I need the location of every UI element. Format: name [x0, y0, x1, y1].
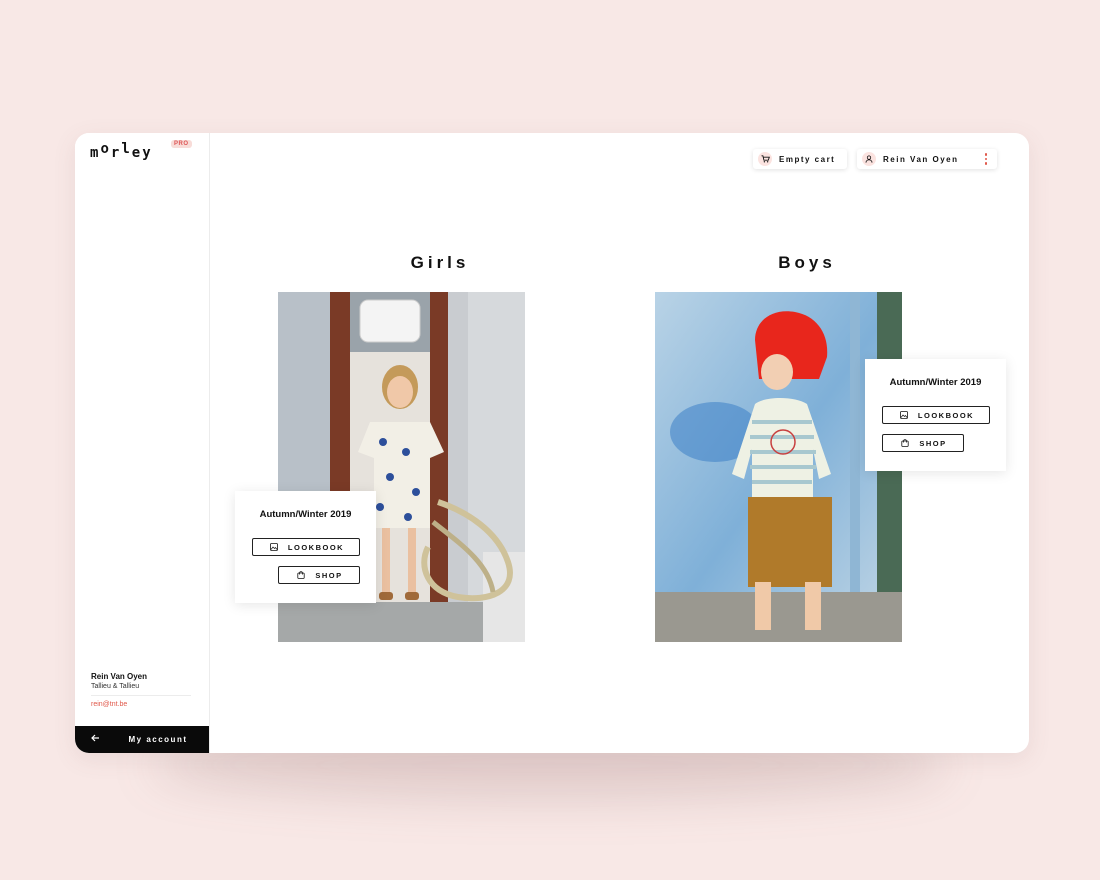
- user-menu[interactable]: Rein Van Oyen: [857, 149, 997, 169]
- shopping-bag-icon: [295, 571, 307, 579]
- girls-season-title: Autumn/Winter 2019: [259, 509, 352, 520]
- morley-logo[interactable]: morley: [90, 141, 153, 161]
- boys-season-title: Autumn/Winter 2019: [889, 377, 982, 388]
- boys-shop-button[interactable]: SHOP: [882, 434, 964, 452]
- girls-shop-button[interactable]: SHOP: [278, 566, 360, 584]
- arrow-left-icon: [75, 734, 115, 745]
- sidebar-user-email[interactable]: rein@tnt.be: [91, 701, 127, 708]
- category-title-girls[interactable]: Girls: [360, 253, 520, 273]
- image-icon: [268, 543, 280, 551]
- lookbook-label: LOOKBOOK: [917, 410, 975, 420]
- sidebar-user-company: Tallieu & Tallieu: [91, 683, 140, 690]
- logo-letter: r: [110, 145, 122, 161]
- shop-label: SHOP: [315, 570, 343, 580]
- pro-badge: PRO: [171, 140, 192, 148]
- lookbook-label: LOOKBOOK: [287, 542, 345, 552]
- sidebar: morley PRO Rein Van Oyen Tallieu & Talli…: [75, 133, 210, 753]
- sidebar-user-name: Rein Van Oyen: [91, 672, 148, 681]
- shopping-bag-icon: [899, 439, 911, 447]
- my-account-button[interactable]: My account: [75, 726, 209, 753]
- logo-letter: m: [90, 145, 101, 161]
- category-title-boys[interactable]: Boys: [727, 253, 887, 273]
- logo-letter: l: [121, 141, 132, 157]
- logo-letter: e: [131, 145, 143, 161]
- empty-cart-button[interactable]: Empty cart: [753, 149, 847, 169]
- boys-lookbook-button[interactable]: LOOKBOOK: [882, 406, 990, 424]
- boys-collection-card: Autumn/Winter 2019 LOOKBOOK SHOP: [865, 359, 1006, 471]
- cart-label: Empty cart: [779, 154, 836, 164]
- logo-letter: y: [142, 145, 153, 161]
- logo-letter: o: [100, 141, 111, 157]
- girls-lookbook-button[interactable]: LOOKBOOK: [252, 538, 360, 556]
- my-account-label: My account: [128, 735, 188, 744]
- app-window: morley PRO Rein Van Oyen Tallieu & Talli…: [75, 133, 1029, 753]
- user-icon: [862, 152, 876, 166]
- cart-icon: [758, 152, 772, 166]
- shop-label: SHOP: [919, 438, 947, 448]
- girls-collection-card: Autumn/Winter 2019 LOOKBOOK SHOP: [235, 491, 376, 603]
- image-icon: [898, 411, 910, 419]
- user-label: Rein Van Oyen: [883, 154, 959, 164]
- sidebar-divider: [91, 695, 191, 696]
- kebab-menu-icon[interactable]: [984, 153, 987, 165]
